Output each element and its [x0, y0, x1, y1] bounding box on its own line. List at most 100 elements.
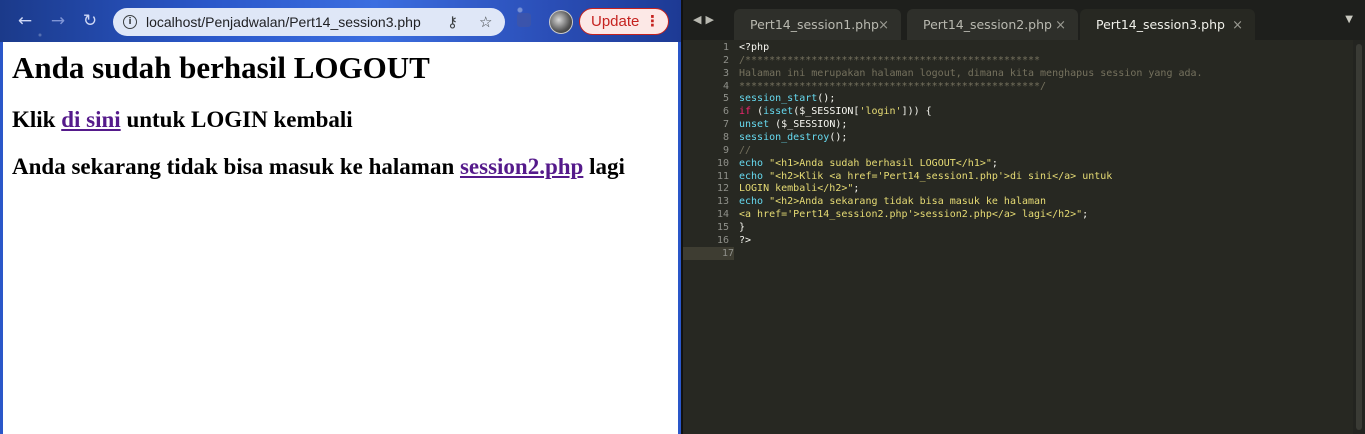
- code-token: ****************************************…: [739, 80, 1047, 92]
- code-token: echo: [739, 157, 764, 169]
- code-line[interactable]: LOGIN kembali</h2>";: [739, 182, 859, 195]
- line-number: 11: [716, 170, 729, 182]
- line-number: 9: [722, 144, 729, 156]
- tab-close-icon[interactable]: ×: [1232, 9, 1243, 42]
- no-access-line: Anda sekarang tidak bisa masuk ke halama…: [12, 154, 625, 180]
- code-token: ($_SESSION);: [769, 119, 848, 131]
- code-line[interactable]: Halaman ini merupakan halaman logout, di…: [739, 67, 1203, 80]
- login-link[interactable]: di sini: [61, 107, 120, 132]
- session2-link[interactable]: session2.php: [460, 154, 583, 179]
- code-line[interactable]: echo "<h2>Klik <a href='Pert14_session1.…: [739, 170, 1112, 183]
- editor-tab-label: Pert14_session2.php: [923, 17, 1052, 32]
- editor-tab[interactable]: Pert14_session2.php ×: [907, 9, 1078, 40]
- code-line[interactable]: if (isset($_SESSION['login'])) {: [739, 105, 932, 118]
- line-number: 6: [722, 106, 729, 118]
- code-token: //: [739, 144, 752, 156]
- code-token: ($_SESSION[: [793, 106, 860, 118]
- tab-scroll-arrows-icon[interactable]: ◀▶: [693, 13, 718, 26]
- code-token: }: [739, 221, 746, 233]
- editor-tab-bar: ◀▶ Pert14_session1.php × Pert14_session2.p…: [683, 0, 1365, 40]
- code-token: isset: [763, 106, 794, 118]
- line-number: 13: [716, 196, 729, 208]
- tab-dropdown-icon[interactable]: ▼: [1345, 14, 1353, 25]
- kebab-menu-icon[interactable]: ⋮: [645, 9, 660, 34]
- address-bar[interactable]: i localhost/Penjadwalan/Pert14_session3.…: [113, 8, 505, 36]
- info-icon[interactable]: i: [123, 15, 137, 29]
- code-token: ();: [829, 131, 848, 143]
- line-number: 12: [716, 183, 729, 195]
- editor-tab[interactable]: Pert14_session1.php ×: [734, 9, 901, 40]
- line-number: 2: [722, 54, 729, 66]
- code-token: echo: [739, 196, 764, 208]
- code-token: 'login': [859, 106, 902, 118]
- line-number: 14: [716, 209, 729, 221]
- code-token: (: [751, 106, 764, 118]
- page-heading: Anda sudah berhasil LOGOUT: [12, 50, 430, 85]
- editor-tab-label: Pert14_session1.php: [750, 17, 879, 32]
- line-number: 16: [716, 234, 729, 246]
- code-token: <a href='Pert14_session2.php'>session2.p…: [739, 209, 1083, 221]
- login-again-line: Klik di sini untuk LOGIN kembali: [12, 107, 353, 133]
- line-number: 8: [722, 131, 729, 143]
- code-line[interactable]: ?>: [739, 234, 751, 247]
- line-number: 3: [722, 67, 729, 79]
- code-line[interactable]: session_start();: [739, 92, 835, 105]
- profile-avatar[interactable]: [549, 10, 573, 34]
- code-token: "<h2>Klik <a href='Pert14_session1.php'>…: [769, 170, 1113, 182]
- code-line[interactable]: /***************************************…: [739, 54, 1040, 67]
- back-arrow-icon[interactable]: ←: [15, 11, 35, 31]
- bookmark-star-icon[interactable]: ☆: [479, 12, 492, 32]
- code-line[interactable]: session_destroy();: [739, 131, 847, 144]
- code-editor: ◀▶ Pert14_session1.php × Pert14_session2.p…: [683, 0, 1365, 434]
- key-icon[interactable]: ⚷: [447, 12, 458, 32]
- code-area[interactable]: 1 <?php 2 /********************************…: [683, 40, 1353, 434]
- code-token: ?>: [739, 234, 752, 246]
- code-token: echo: [739, 170, 764, 182]
- page-content: Anda sudah berhasil LOGOUT Klik di sini …: [0, 42, 681, 434]
- code-token: <?php: [739, 42, 770, 53]
- reload-icon[interactable]: ↻: [80, 11, 100, 31]
- code-token: ])) {: [901, 106, 932, 118]
- code-token: LOGIN kembali</h2>": [739, 183, 854, 195]
- code-line[interactable]: <?php: [739, 41, 769, 54]
- code-token: "<h1>Anda sudah berhasil LOGOUT</h1>": [769, 157, 992, 169]
- no-access-prefix: Anda sekarang tidak bisa masuk ke halama…: [12, 154, 460, 179]
- code-line[interactable]: echo "<h2>Anda sekarang tidak bisa masuk…: [739, 195, 1046, 208]
- scrollbar-thumb[interactable]: [1356, 44, 1362, 430]
- code-line[interactable]: }: [739, 221, 745, 234]
- line-number: 1: [722, 42, 729, 53]
- line-number: 17: [683, 246, 734, 260]
- code-line[interactable]: //: [739, 144, 751, 157]
- login-line-suffix: untuk LOGIN kembali: [120, 107, 353, 132]
- code-token: ;: [991, 157, 998, 169]
- line-number: 7: [722, 119, 729, 131]
- editor-tab[interactable]: Pert14_session3.php ×: [1080, 9, 1255, 40]
- vertical-scrollbar[interactable]: [1353, 40, 1365, 434]
- line-number: 15: [716, 221, 729, 233]
- extension-icon[interactable]: [517, 13, 531, 27]
- update-label: Update: [591, 13, 640, 30]
- url-text[interactable]: localhost/Penjadwalan/Pert14_session3.ph…: [146, 8, 421, 36]
- code-token: Halaman ini merupakan halaman logout, di…: [739, 67, 1203, 79]
- update-button[interactable]: Update ⋮: [579, 8, 669, 35]
- line-number: 4: [722, 80, 729, 92]
- code-line[interactable]: echo "<h1>Anda sudah berhasil LOGOUT</h1…: [739, 157, 998, 170]
- line-number: 10: [716, 157, 729, 169]
- code-line[interactable]: ****************************************…: [739, 80, 1046, 93]
- browser-toolbar: ← → ↻ i localhost/Penjadwalan/Pert14_ses…: [0, 0, 681, 42]
- forward-arrow-icon[interactable]: →: [48, 11, 68, 31]
- tab-close-icon[interactable]: ×: [1055, 9, 1066, 42]
- browser-window: ← → ↻ i localhost/Penjadwalan/Pert14_ses…: [0, 0, 681, 434]
- line-number: 5: [722, 93, 729, 105]
- code-line[interactable]: unset ($_SESSION);: [739, 118, 847, 131]
- window-frame-left: [0, 42, 3, 434]
- code-line[interactable]: <a href='Pert14_session2.php'>session2.p…: [739, 208, 1088, 221]
- tab-close-icon[interactable]: ×: [878, 9, 889, 42]
- code-token: if: [739, 106, 752, 118]
- editor-tab-label: Pert14_session3.php: [1096, 17, 1225, 32]
- code-token: "<h2>Anda sekarang tidak bisa masuk ke h…: [769, 196, 1047, 208]
- code-token: unset: [739, 119, 770, 131]
- code-token: /***************************************…: [739, 54, 1041, 66]
- code-token: ;: [1082, 209, 1089, 221]
- login-line-prefix: Klik: [12, 107, 62, 132]
